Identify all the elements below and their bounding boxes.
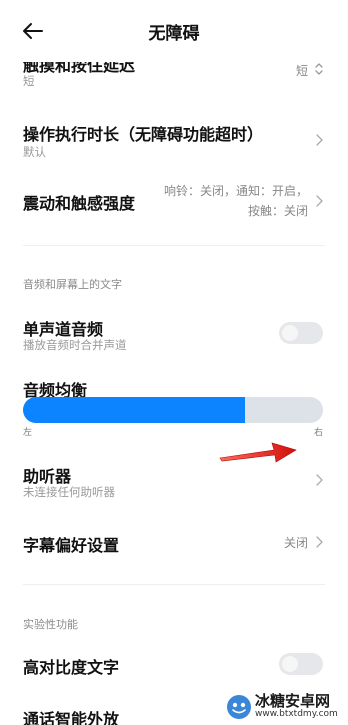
action-timeout-row[interactable]: 操作执行时长（无障碍功能超时） 默认 bbox=[0, 118, 348, 164]
high-contrast-toggle[interactable] bbox=[279, 653, 323, 675]
chevron-right-icon bbox=[316, 536, 323, 548]
watermark-url: www.btxtdmy.com bbox=[255, 709, 338, 719]
chevron-right-icon bbox=[316, 195, 323, 207]
top-bar: 无障碍 bbox=[0, 0, 348, 62]
captions-title: 字幕偏好设置 bbox=[23, 536, 120, 555]
high-contrast-title: 高对比度文字 bbox=[23, 658, 120, 677]
chevron-right-icon bbox=[316, 134, 323, 146]
page-title: 无障碍 bbox=[148, 24, 200, 44]
vibration-value-line1: 响铃：关闭，通知：开启， bbox=[163, 184, 308, 198]
next-row-title: 通话智能外放 bbox=[23, 710, 120, 725]
mono-audio-sub: 播放音频时合并声道 bbox=[23, 338, 127, 352]
mono-audio-toggle[interactable] bbox=[279, 322, 323, 344]
hearing-aids-row[interactable]: 助听器 未连接任何助听器 bbox=[0, 460, 348, 502]
action-timeout-title: 操作执行时长（无障碍功能超时） bbox=[23, 125, 264, 144]
watermark-name: 冰糖安卓网 bbox=[255, 692, 331, 710]
divider bbox=[23, 245, 325, 246]
touch-delay-value: 短 bbox=[295, 64, 308, 78]
vibration-value-line2: 按触：关闭 bbox=[247, 204, 308, 218]
balance-right-label: 右 bbox=[314, 428, 324, 438]
audio-balance-slider-fill bbox=[23, 397, 245, 423]
action-timeout-sub: 默认 bbox=[23, 145, 46, 159]
balance-left-label: 左 bbox=[23, 428, 33, 438]
mono-audio-row[interactable]: 单声道音频 播放音频时合并声道 bbox=[0, 313, 348, 355]
touch-delay-sub: 短 bbox=[23, 74, 35, 88]
vibration-row[interactable]: 震动和触感强度 响铃：关闭，通知：开启， 按触：关闭 bbox=[0, 180, 348, 224]
hearing-aids-sub: 未连接任何助听器 bbox=[23, 485, 115, 499]
vibration-title: 震动和触感强度 bbox=[23, 194, 136, 213]
section-label-experimental: 实验性功能 bbox=[23, 618, 78, 631]
audio-balance-slider[interactable] bbox=[23, 397, 323, 423]
up-down-chevron-icon bbox=[315, 63, 323, 75]
captions-value: 关闭 bbox=[283, 536, 308, 550]
watermark: 冰糖安卓网 www.btxtdmy.com bbox=[225, 690, 348, 725]
captions-row[interactable]: 字幕偏好设置 关闭 bbox=[0, 530, 348, 558]
section-label-audio-text: 音频和屏幕上的文字 bbox=[23, 278, 122, 291]
watermark-logo bbox=[227, 695, 251, 719]
chevron-right-icon bbox=[316, 474, 323, 486]
divider bbox=[23, 584, 325, 585]
high-contrast-row[interactable]: 高对比度文字 bbox=[0, 652, 348, 678]
